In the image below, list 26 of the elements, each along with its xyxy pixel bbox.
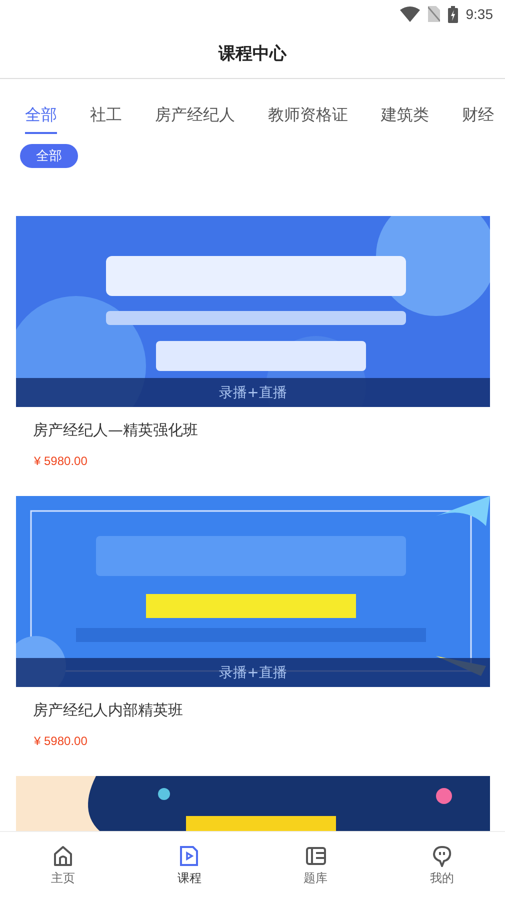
- course-mode-label: 录播+直播: [219, 664, 287, 682]
- course-price: ¥ 5980.00: [33, 733, 88, 750]
- category-tab[interactable]: 房产经纪人: [155, 105, 235, 134]
- book-icon: [304, 845, 327, 867]
- category-tab[interactable]: 财经: [462, 105, 494, 134]
- chat-face-icon: [430, 845, 453, 867]
- course-title: 房产经纪人内部精英班: [32, 700, 184, 720]
- category-tab[interactable]: 社工: [90, 105, 122, 134]
- course-price: ¥ 5980.00: [33, 453, 88, 470]
- filter-chip[interactable]: 全部: [20, 144, 78, 168]
- nav-tab[interactable]: 课程: [126, 832, 252, 900]
- category-tab[interactable]: 教师资格证: [268, 105, 348, 134]
- nav-tab[interactable]: 主页: [0, 832, 126, 900]
- page-title: 课程中心: [218, 42, 286, 64]
- nav-tab[interactable]: 我的: [378, 832, 505, 900]
- no-sim-icon: [428, 6, 440, 22]
- home-icon: [52, 845, 74, 867]
- wifi-icon: [400, 6, 420, 22]
- battery-icon: [448, 6, 458, 22]
- category-tab[interactable]: 全部: [25, 105, 57, 134]
- clock: 9:35: [466, 6, 493, 22]
- category-tab[interactable]: 建筑类: [381, 105, 429, 134]
- course-mode-label: 录播+直播: [219, 384, 287, 402]
- course-title: 房产经纪人—精英强化班: [32, 420, 199, 440]
- nav-tab[interactable]: 题库: [252, 832, 379, 900]
- play-icon: [178, 845, 200, 867]
